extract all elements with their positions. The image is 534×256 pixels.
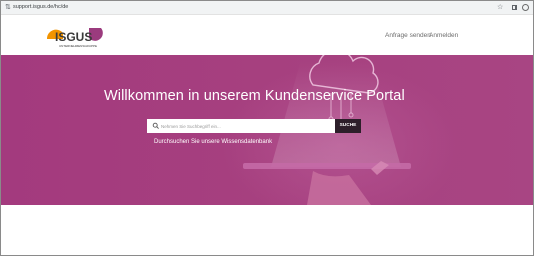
nav-anmelden[interactable]: Anmelden: [429, 32, 458, 40]
browser-window: ⇅ support.isgus.de/hc/de ☆ ISGUS UNTERNE…: [0, 0, 534, 256]
browser-toolbar: ⇅ support.isgus.de/hc/de ☆: [1, 1, 533, 15]
search-button[interactable]: SUCHE: [335, 119, 361, 133]
extensions-icon[interactable]: [511, 4, 518, 11]
site-info-icon[interactable]: ⇅: [5, 4, 12, 11]
profile-icon[interactable]: [522, 4, 529, 11]
site-header: ISGUS UNTERNEHMENSGRUPPE Anfrage senden …: [1, 15, 533, 55]
logo-text: ISGUS: [55, 30, 92, 44]
logo-tagline: UNTERNEHMENSGRUPPE: [59, 44, 97, 48]
nav-anfrage-senden[interactable]: Anfrage senden: [385, 32, 431, 40]
search-input[interactable]: [159, 119, 329, 133]
star-icon[interactable]: ☆: [497, 4, 504, 11]
knowledge-base-link[interactable]: Durchsuchen Sie unsere Wissensdatenbank: [154, 138, 272, 146]
page-body: [1, 205, 533, 255]
isgus-logo-graphic: ISGUS UNTERNEHMENSGRUPPE: [46, 28, 103, 48]
address-bar[interactable]: support.isgus.de/hc/de: [13, 3, 68, 11]
hero-banner: Willkommen in unserem Kundenservice Port…: [1, 55, 533, 205]
isgus-logo[interactable]: ISGUS UNTERNEHMENSGRUPPE: [45, 25, 105, 49]
hero-title: Willkommen in unserem Kundenservice Port…: [104, 88, 405, 104]
